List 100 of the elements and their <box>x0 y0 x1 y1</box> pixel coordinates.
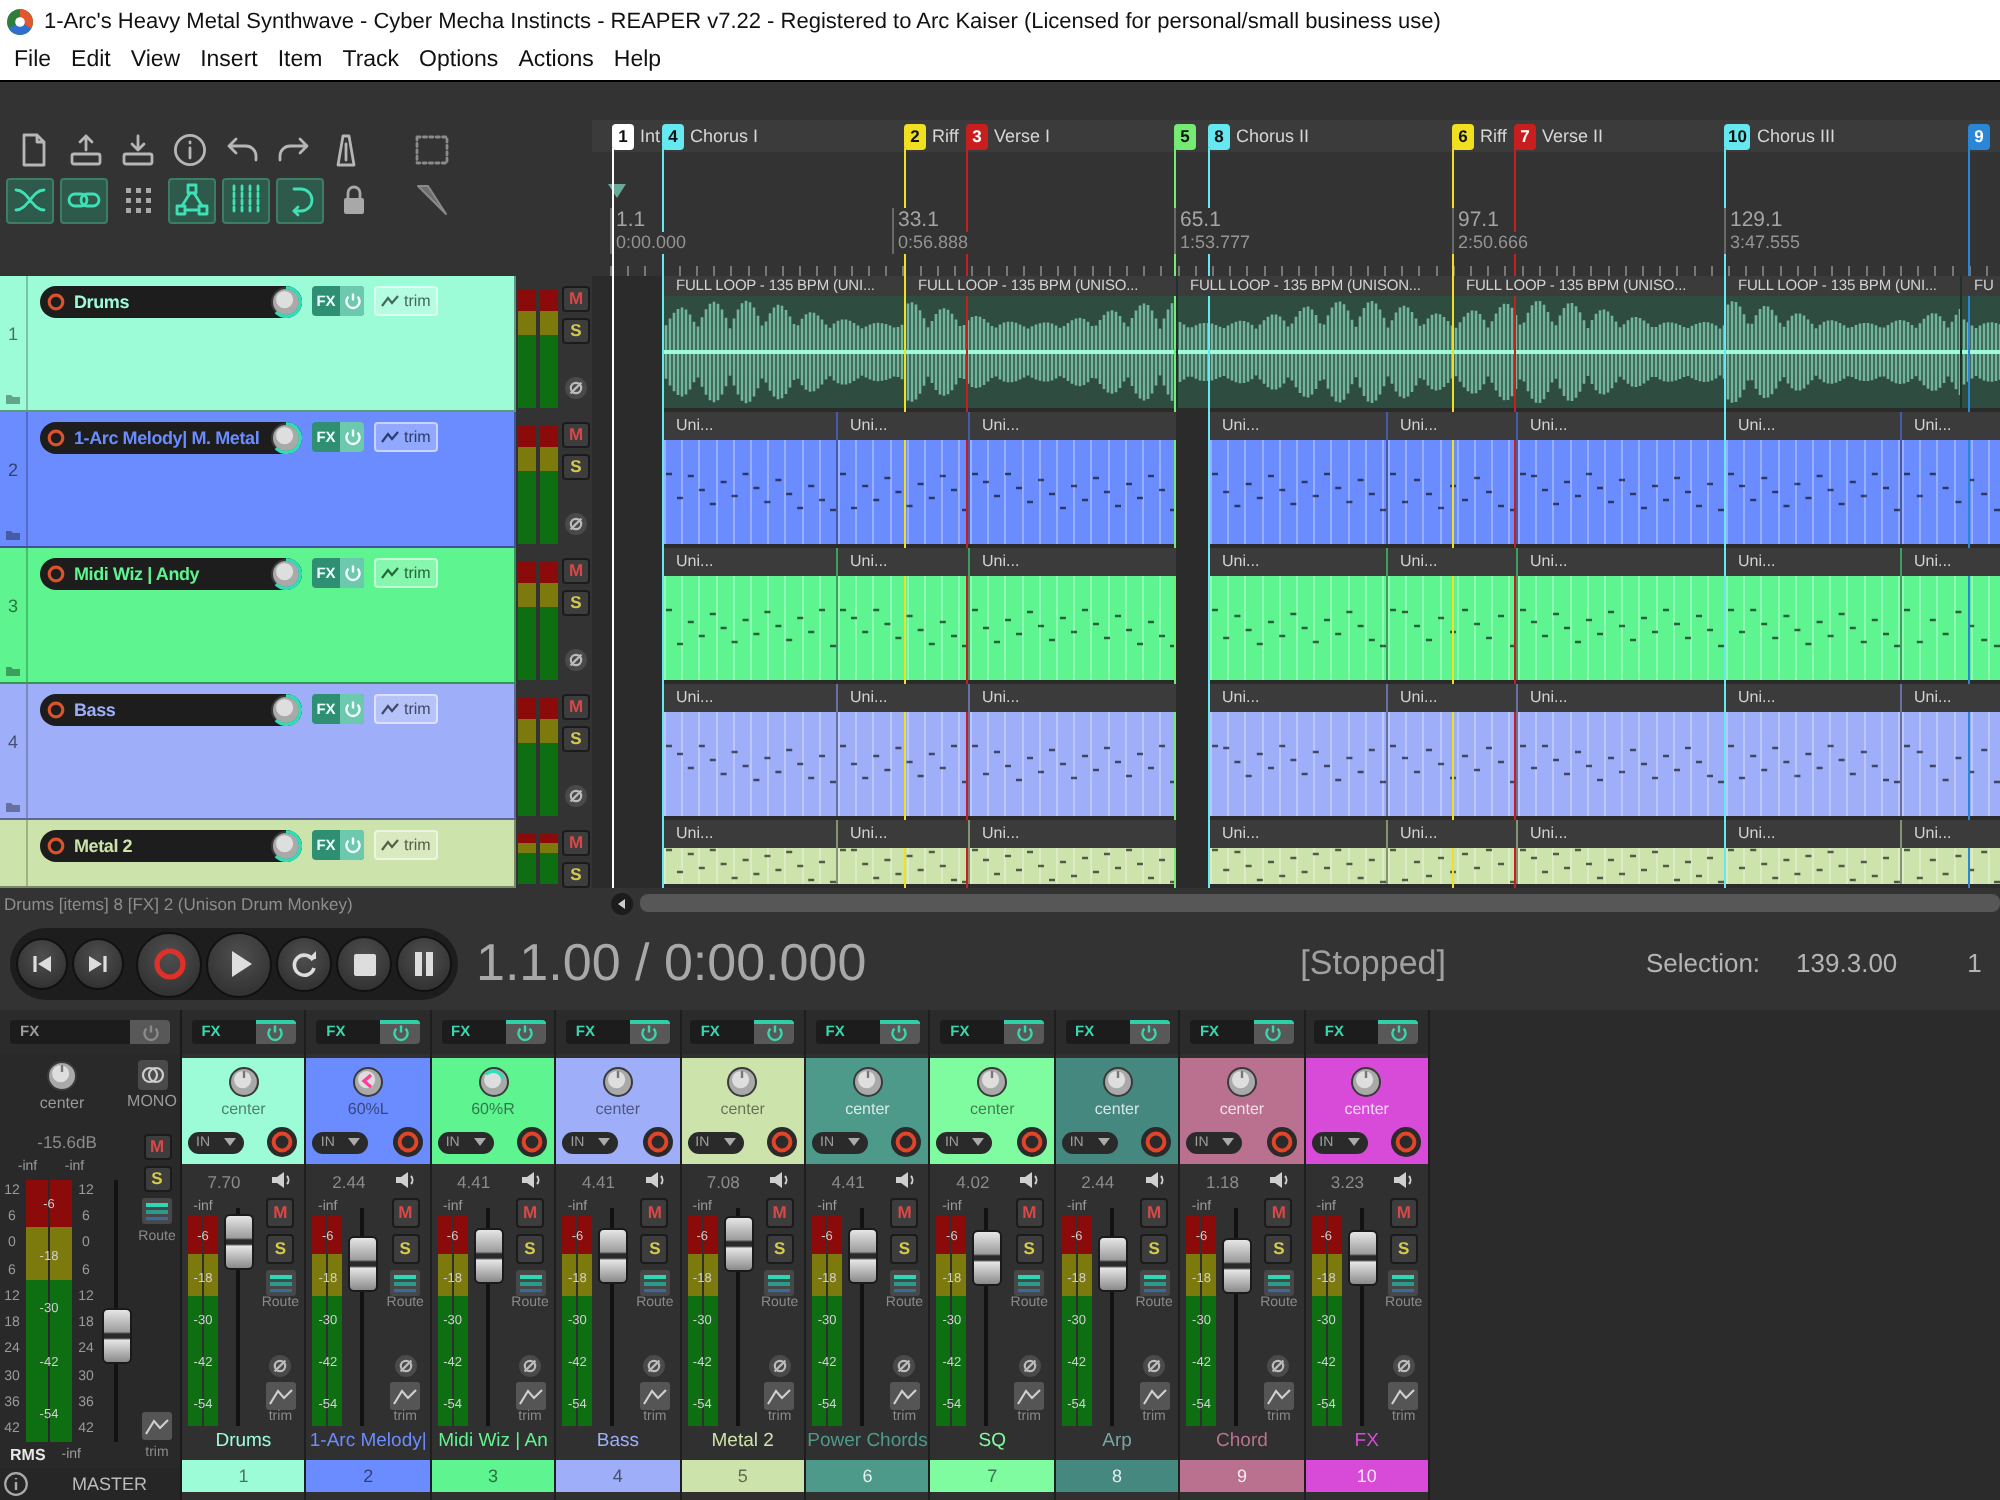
stacked-bars-icon[interactable] <box>265 1270 296 1296</box>
zigzag-icon[interactable] <box>1263 1382 1294 1410</box>
marker-label[interactable]: Chorus I <box>690 125 759 147</box>
midi-item[interactable]: Uni... <box>1900 820 2000 884</box>
power-icon[interactable] <box>1389 1023 1408 1041</box>
stop-button[interactable] <box>336 936 392 992</box>
solo-button[interactable]: S <box>562 726 590 752</box>
track-name-field[interactable]: Midi Wiz | Andy <box>40 558 302 590</box>
marker-number[interactable]: 2 <box>904 123 926 149</box>
speaker-icon[interactable] <box>1018 1170 1041 1190</box>
stacked-bars-icon[interactable] <box>764 1270 795 1296</box>
power-icon[interactable] <box>765 1023 784 1041</box>
stacked-bars-icon[interactable] <box>142 1198 172 1224</box>
record-arm-icon[interactable] <box>641 1126 674 1158</box>
slashed-circle-icon[interactable] <box>268 1354 293 1378</box>
record-button[interactable] <box>136 931 202 997</box>
slashed-circle-icon[interactable] <box>393 1354 418 1378</box>
slashed-circle-icon[interactable] <box>1017 1354 1042 1378</box>
skip-forward-button[interactable] <box>72 938 124 990</box>
stacked-bars-icon[interactable] <box>639 1270 670 1296</box>
volume-knob[interactable] <box>270 830 302 862</box>
pan-knob[interactable] <box>227 1066 260 1098</box>
power-icon[interactable] <box>1264 1023 1283 1041</box>
marker-number[interactable]: 7 <box>1514 123 1536 149</box>
download-icon[interactable] <box>120 132 156 168</box>
trim-button[interactable]: trim <box>374 422 439 452</box>
menu-item[interactable]: Options <box>419 48 499 76</box>
pan-knob[interactable] <box>1225 1066 1258 1098</box>
slashed-circle-icon[interactable] <box>564 376 588 400</box>
solo-button[interactable]: S <box>266 1234 295 1264</box>
trim-button[interactable]: trim <box>374 286 439 316</box>
marker-number[interactable]: 9 <box>1968 123 1990 149</box>
record-arm-icon[interactable] <box>1015 1126 1048 1158</box>
midi-item[interactable]: Uni... <box>968 548 1176 680</box>
midi-item[interactable]: Uni... <box>836 412 968 544</box>
zigzag-icon[interactable] <box>1014 1382 1045 1410</box>
zigzag-icon[interactable] <box>639 1382 670 1410</box>
marker-number[interactable]: 10 <box>1724 123 1751 149</box>
midi-item[interactable]: Uni... <box>662 412 836 544</box>
solo-button[interactable]: S <box>765 1234 794 1264</box>
pan-knob[interactable] <box>726 1066 759 1098</box>
fader-thumb[interactable] <box>1222 1238 1253 1295</box>
zigzag-icon[interactable] <box>265 1382 296 1410</box>
midi-item[interactable]: Uni... <box>1208 684 1386 816</box>
midi-item[interactable]: Uni... <box>1724 412 1900 544</box>
marker-number[interactable]: 3 <box>966 123 988 149</box>
speaker-icon[interactable] <box>893 1170 916 1190</box>
pan-knob[interactable] <box>46 1060 78 1092</box>
menu-item[interactable]: Edit <box>71 48 111 76</box>
midi-item[interactable]: Uni... <box>1724 684 1900 816</box>
midi-item[interactable]: Uni... <box>1386 548 1516 680</box>
speaker-icon[interactable] <box>394 1170 417 1190</box>
marker-number[interactable]: 8 <box>1208 123 1230 149</box>
zigzag-icon[interactable] <box>390 1382 421 1410</box>
solo-button[interactable]: S <box>890 1234 919 1264</box>
zigzag-icon[interactable] <box>515 1382 546 1410</box>
midi-item[interactable]: Uni... <box>662 820 836 884</box>
midi-item[interactable]: Uni... <box>836 820 968 884</box>
solo-button[interactable]: S <box>391 1234 420 1264</box>
stacked-bars-icon[interactable] <box>390 1270 421 1296</box>
track-name-field[interactable]: Metal 2 <box>40 830 302 862</box>
midi-item[interactable]: Uni... <box>1900 412 2000 544</box>
midi-item[interactable]: Uni... <box>836 684 968 816</box>
menu-item[interactable]: Actions <box>518 48 594 76</box>
slashed-circle-icon[interactable] <box>1266 1354 1291 1378</box>
upload-icon[interactable] <box>68 132 104 168</box>
marker-number[interactable]: 5 <box>1174 123 1196 149</box>
solo-button[interactable]: S <box>1140 1234 1169 1264</box>
record-arm-icon[interactable] <box>766 1126 799 1158</box>
track-name-field[interactable]: Drums <box>40 286 302 318</box>
solo-button[interactable]: S <box>640 1234 669 1264</box>
trim-button[interactable]: trim <box>374 830 439 860</box>
midi-item[interactable]: Uni... <box>1516 548 1724 680</box>
fader-thumb[interactable] <box>1097 1235 1128 1292</box>
pan-knob[interactable] <box>601 1066 634 1098</box>
marker-label[interactable]: Riff <box>1480 125 1507 147</box>
volume-knob[interactable] <box>270 422 302 454</box>
marker-label[interactable]: Int <box>640 125 661 147</box>
crossfade-toggle[interactable] <box>6 177 54 223</box>
power-icon[interactable] <box>1140 1023 1159 1041</box>
volume-knob[interactable] <box>270 558 302 590</box>
menu-item[interactable]: Insert <box>200 48 258 76</box>
solo-button[interactable]: S <box>143 1166 171 1192</box>
fader-thumb[interactable] <box>848 1227 879 1284</box>
zigzag-icon[interactable] <box>764 1382 795 1410</box>
channel-number-tab[interactable]: 5 <box>681 1460 805 1492</box>
record-arm-icon[interactable] <box>266 1126 299 1158</box>
track-name-field[interactable]: Bass <box>40 694 302 726</box>
speaker-icon[interactable] <box>269 1170 292 1190</box>
speaker-icon[interactable] <box>1267 1170 1290 1190</box>
midi-item[interactable]: Uni... <box>836 548 968 680</box>
midi-item[interactable]: Uni... <box>968 684 1176 816</box>
speaker-icon[interactable] <box>519 1170 542 1190</box>
midi-item[interactable]: Uni... <box>1724 548 1900 680</box>
stacked-bars-icon[interactable] <box>889 1270 920 1296</box>
midi-item[interactable]: Uni... <box>1900 684 2000 816</box>
fader-thumb[interactable] <box>598 1227 629 1284</box>
midi-item[interactable]: Uni... <box>1208 548 1386 680</box>
horizontal-scrollbar[interactable] <box>640 894 2000 912</box>
fader-thumb[interactable] <box>473 1227 504 1284</box>
